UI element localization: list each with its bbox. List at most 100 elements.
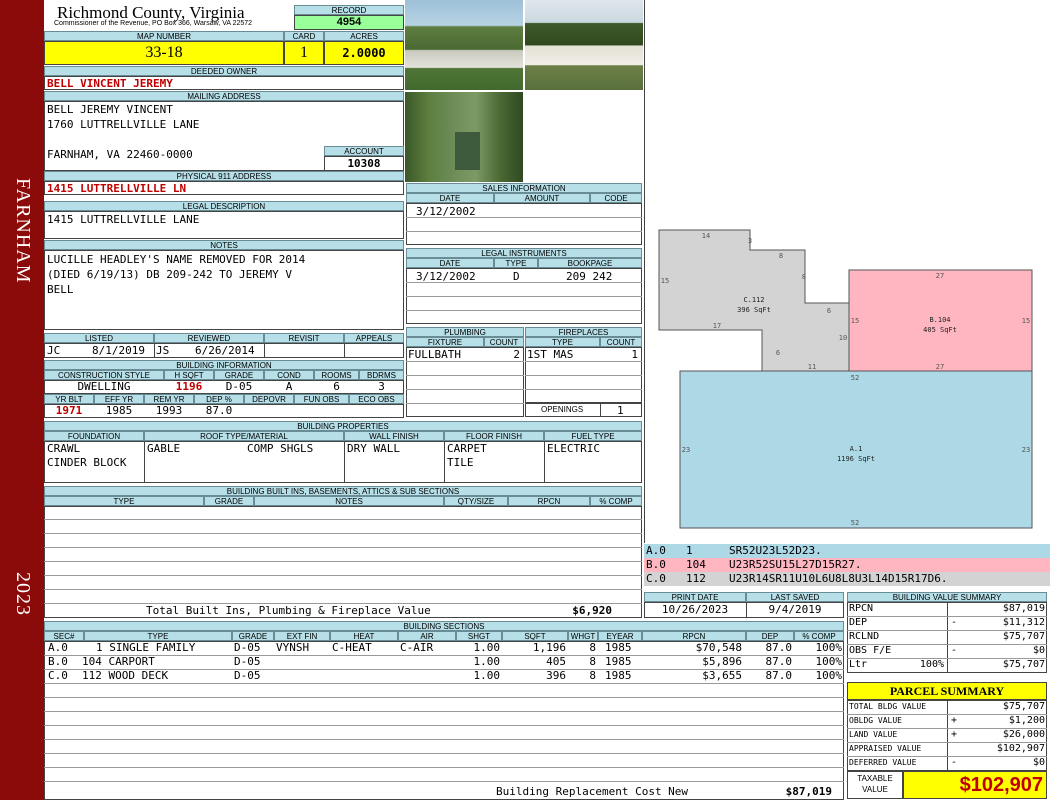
listed-label: LISTED <box>44 333 154 343</box>
vs-value: $75,707 <box>1002 631 1045 642</box>
dim-label: 15 <box>1022 317 1030 325</box>
legal-description: 1415 LUTTRELLVILLE LANE <box>47 213 200 226</box>
prop-foundation-2: CINDER BLOCK <box>47 456 127 469</box>
dim-label: 15 <box>851 317 859 325</box>
ps-value: $1,200 <box>1008 715 1045 726</box>
bins-h-rpcn: RPCN <box>508 496 590 506</box>
owner-name: BELL VINCENT JEREMY <box>47 77 173 90</box>
bi-h-effyr: EFF YR <box>94 394 144 404</box>
prop-h-fuel: FUEL TYPE <box>544 431 642 441</box>
sec-cell: 8 <box>589 669 596 682</box>
sec-cell: 1,196 <box>532 641 566 654</box>
bi-h-style: CONSTRUCTION STYLE <box>44 370 164 380</box>
last-saved-label: LAST SAVED <box>746 592 844 602</box>
ps-label: OBLDG VALUE <box>849 716 902 725</box>
reviewed-date: 6/26/2014 <box>195 344 255 357</box>
dim-label: 8 <box>802 273 806 281</box>
bi-h-ecoobs: ECO OBS <box>349 394 404 404</box>
sec-cell: 1.00 <box>473 655 501 668</box>
dim-label: 6 <box>827 307 831 315</box>
li-date: 3/12/2002 <box>416 270 476 283</box>
bi-h-dep: DEP % <box>194 394 244 404</box>
sec-cell: $70,548 <box>695 641 742 654</box>
sec-cell: $3,655 <box>702 669 742 682</box>
bi-rooms: 6 <box>333 380 340 393</box>
sec-h-type: TYPE <box>84 631 232 641</box>
sidebar <box>0 0 44 800</box>
prop-wall: DRY WALL <box>347 442 400 455</box>
ps-value: $0 <box>1032 757 1045 768</box>
vector-num: 104 <box>686 558 706 571</box>
builtins-label: BUILDING BUILT INS, BASEMENTS, ATTICS & … <box>44 486 642 496</box>
area-sqft: 396 SqFt <box>737 306 771 314</box>
bins-h-type: TYPE <box>44 496 204 506</box>
dim-label: 27 <box>936 363 944 371</box>
prop-h-foundation: FOUNDATION <box>44 431 144 441</box>
vector-code: C.0 <box>646 572 666 585</box>
plumbing-h-fixture: FIXTURE <box>406 337 484 347</box>
sec-cell: 1 SINGLE FAMILY <box>96 641 196 654</box>
ps-label: TOTAL BLDG VALUE <box>849 702 927 711</box>
dim-label: 6 <box>776 349 780 357</box>
ps-label: LAND VALUE <box>849 730 898 739</box>
instruments-label: LEGAL INSTRUMENTS <box>406 248 642 258</box>
prop-roof-type: GABLE <box>147 442 181 455</box>
vector-code: A.0 <box>646 544 666 557</box>
fp-h-count: COUNT <box>600 337 642 347</box>
prop-roof-material: COMP SHGLS <box>247 442 314 455</box>
area-name: C.112 <box>743 296 764 304</box>
openings-value: 1 <box>617 404 624 417</box>
vs-label: OBS F/E <box>849 645 892 656</box>
sec-cell: 87.0 <box>765 641 793 654</box>
mailing-line1: BELL JEREMY VINCENT <box>47 103 173 116</box>
sec-cell: 396 <box>546 669 566 682</box>
prop-h-wall: WALL FINISH <box>344 431 444 441</box>
dim-label: 23 <box>1022 446 1030 454</box>
dim-label: 52 <box>851 519 859 527</box>
vector-string: U23R14SR11U10L6U8L8U3L14D15R17D6. <box>729 572 948 585</box>
builtins-total-label: Total Built Ins, Plumbing & Fireplace Va… <box>146 604 431 617</box>
li-h-type: TYPE <box>494 258 538 268</box>
building-info-label: BUILDING INFORMATION <box>44 360 404 370</box>
bins-h-notes: NOTES <box>254 496 444 506</box>
prop-fuel: ELECTRIC <box>547 442 600 455</box>
properties-label: BUILDING PROPERTIES <box>44 421 642 431</box>
vs-sym: 100% <box>919 659 944 670</box>
bi-bdrms: 3 <box>378 380 385 393</box>
dim-label: 15 <box>661 277 669 285</box>
sales-h-amount: AMOUNT <box>494 193 590 203</box>
notes-label: NOTES <box>44 240 404 250</box>
vs-label: DEP <box>849 617 868 628</box>
dim-label: 17 <box>713 322 721 330</box>
vector-code: B.0 <box>646 558 666 571</box>
vector-row-a <box>644 544 1050 558</box>
li-h-date: DATE <box>406 258 494 268</box>
taxable-label-1: TAXABLE <box>857 774 893 783</box>
plumbing-count: 2 <box>513 348 520 361</box>
sec-h-dep: DEP <box>746 631 794 641</box>
sec-cell: 100% <box>815 641 843 654</box>
taxable-label-2: VALUE <box>862 785 888 794</box>
builtins-total: $6,920 <box>572 604 612 617</box>
dim-label: 27 <box>936 272 944 280</box>
bi-cond: A <box>285 380 293 393</box>
bi-effyr: 1985 <box>105 404 133 417</box>
sec-cell: A.0 <box>48 641 68 654</box>
fp-type: 1ST MAS <box>527 348 574 361</box>
sec-h-heat: HEAT <box>330 631 398 641</box>
parcel-summary-title: PARCEL SUMMARY <box>847 682 1047 700</box>
sec-cell: C-AIR <box>400 641 434 654</box>
sales-h-date: DATE <box>406 193 494 203</box>
taxable-value: $102,907 <box>903 771 1047 799</box>
ps-value: $102,907 <box>996 743 1045 754</box>
sales-date: 3/12/2002 <box>416 205 476 218</box>
vs-value: $11,312 <box>1002 617 1045 628</box>
bi-h-grade: GRADE <box>214 370 264 380</box>
bi-style: DWELLING <box>77 380 131 393</box>
vs-value: $0 <box>1032 645 1045 656</box>
listed-date: 8/1/2019 <box>92 344 145 357</box>
sec-h-rpcn: RPCN <box>642 631 746 641</box>
record-label: RECORD <box>294 5 404 15</box>
sec-cell: 100% <box>815 669 843 682</box>
bi-h-bdrms: BDRMS <box>359 370 404 380</box>
